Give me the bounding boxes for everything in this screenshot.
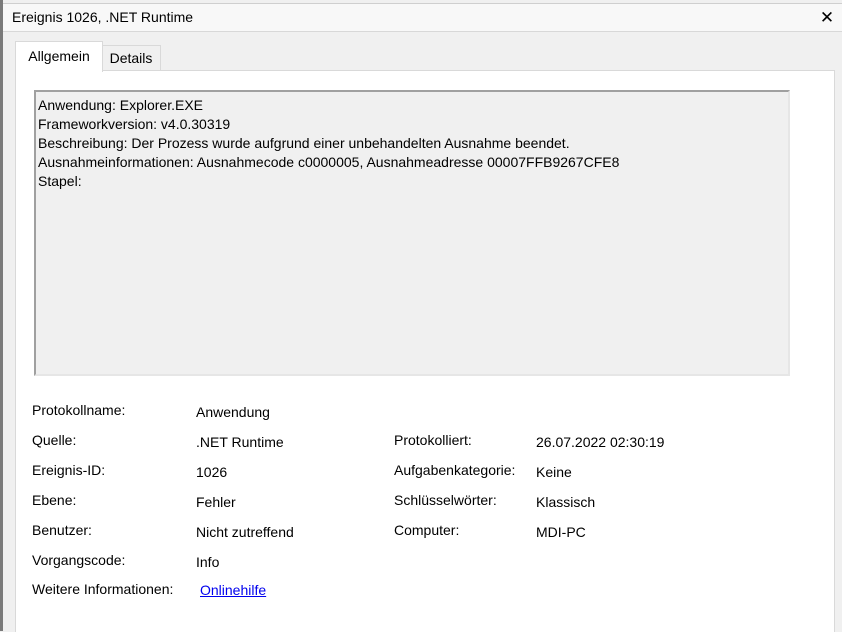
ereignis-id-label: Ereignis-ID: <box>32 462 106 478</box>
quelle-label: Quelle: <box>32 432 77 448</box>
quelle-value: .NET Runtime <box>196 434 284 450</box>
onlinehilfe-link[interactable]: Onlinehilfe <box>200 582 266 598</box>
schluesselwoerter-value: Klassisch <box>536 494 596 510</box>
weitere-informationen-label: Weitere Informationen: <box>32 581 174 597</box>
ereignis-id-value: 1026 <box>196 464 228 480</box>
description-line: Frameworkversion: v4.0.30319 <box>38 116 231 132</box>
aufgabenkategorie-label: Aufgabenkategorie: <box>394 462 516 478</box>
event-description-textbox[interactable]: Anwendung: Explorer.EXE Frameworkversion… <box>34 90 790 376</box>
window-left-edge <box>0 0 3 631</box>
description-line: Ausnahmeinformationen: Ausnahmecode c000… <box>38 154 620 170</box>
tab-details[interactable]: Details <box>101 45 161 70</box>
protokolliert-value: 26.07.2022 02:30:19 <box>536 434 665 450</box>
schluesselwoerter-label: Schlüsselwörter: <box>394 492 497 508</box>
benutzer-label: Benutzer: <box>32 522 92 538</box>
description-line: Stapel: <box>38 173 82 189</box>
ebene-label: Ebene: <box>32 492 77 508</box>
benutzer-value: Nicht zutreffend <box>196 524 294 540</box>
ebene-value: Fehler <box>196 494 236 510</box>
protokollname-value: Anwendung <box>196 404 270 420</box>
tab-allgemein[interactable]: Allgemein <box>15 41 103 72</box>
vorgangscode-label: Vorgangscode: <box>32 552 126 568</box>
title-bar[interactable]: Ereignis 1026, .NET Runtime ✕ <box>3 3 842 32</box>
description-line: Beschreibung: Der Prozess wurde aufgrund… <box>38 135 570 151</box>
vorgangscode-value: Info <box>196 554 220 570</box>
close-button[interactable]: ✕ <box>812 4 842 31</box>
general-tab-panel: Anwendung: Explorer.EXE Frameworkversion… <box>15 70 835 632</box>
computer-value: MDI-PC <box>536 524 586 540</box>
aufgabenkategorie-value: Keine <box>536 464 572 480</box>
window-title: Ereignis 1026, .NET Runtime <box>12 9 194 25</box>
protokolliert-label: Protokolliert: <box>394 432 472 448</box>
description-line: Anwendung: Explorer.EXE <box>38 97 203 113</box>
computer-label: Computer: <box>394 522 460 538</box>
protokollname-label: Protokollname: <box>32 402 126 418</box>
